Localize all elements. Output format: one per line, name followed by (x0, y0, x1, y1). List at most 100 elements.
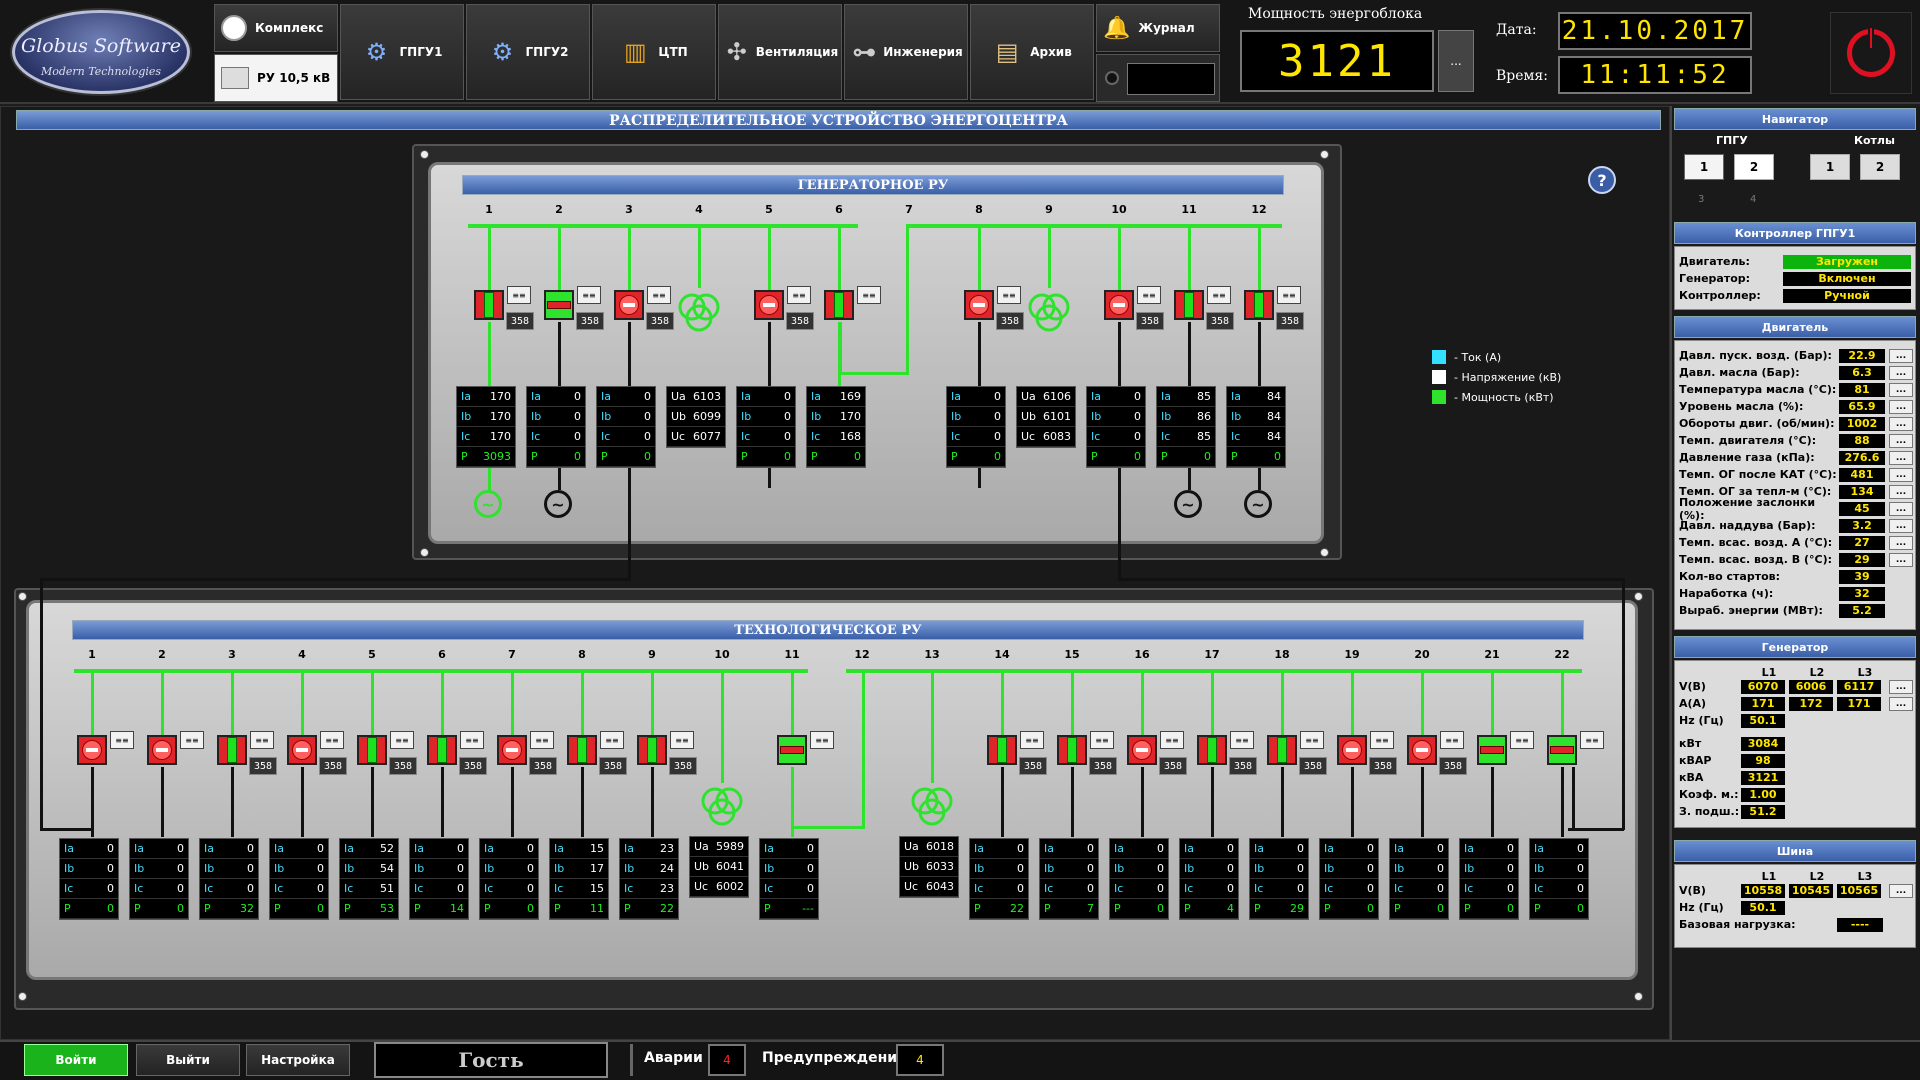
circuit-breaker[interactable] (474, 290, 504, 320)
circuit-breaker[interactable] (1407, 735, 1437, 765)
circuit-breaker[interactable] (1244, 290, 1274, 320)
circuit-breaker[interactable] (614, 290, 644, 320)
engine-param-row: Темп. ОГ после КАТ (°C): 481... (1675, 466, 1915, 483)
relay-icon[interactable]: ≡≡ (787, 286, 811, 304)
circuit-breaker[interactable] (1197, 735, 1227, 765)
circuit-breaker[interactable] (777, 735, 807, 765)
circuit-breaker[interactable] (637, 735, 667, 765)
power-off-button[interactable] (1830, 12, 1912, 94)
current-user-display: Гость (374, 1042, 608, 1078)
engine-param-more-button[interactable]: ... (1889, 382, 1913, 397)
circuit-breaker[interactable] (754, 290, 784, 320)
logout-button[interactable]: Выйти (136, 1044, 240, 1076)
circuit-breaker[interactable] (567, 735, 597, 765)
circuit-breaker[interactable] (964, 290, 994, 320)
relay-icon[interactable]: ≡≡ (530, 731, 554, 749)
circuit-breaker[interactable] (217, 735, 247, 765)
measurement-value: 0 (247, 882, 254, 895)
relay-icon[interactable]: ≡≡ (857, 286, 881, 304)
circuit-breaker[interactable] (1104, 290, 1134, 320)
engine-param-more-button[interactable]: ... (1889, 501, 1913, 516)
relay-icon[interactable]: ≡≡ (1370, 731, 1394, 749)
relay-icon[interactable]: ≡≡ (110, 731, 134, 749)
relay-icon[interactable]: ≡≡ (460, 731, 484, 749)
engine-param-more-button[interactable]: ... (1889, 416, 1913, 431)
navigator-boiler-1-button[interactable]: 1 (1810, 154, 1850, 180)
circuit-breaker[interactable] (1267, 735, 1297, 765)
engine-param-more-button[interactable]: ... (1889, 467, 1913, 482)
generator-symbol[interactable]: ~ (474, 490, 502, 518)
circuit-breaker[interactable] (287, 735, 317, 765)
relay-icon[interactable]: ≡≡ (810, 731, 834, 749)
help-button[interactable]: ? (1588, 166, 1616, 194)
relay-icon[interactable]: ≡≡ (1207, 286, 1231, 304)
circuit-breaker[interactable] (544, 290, 574, 320)
relay-icon[interactable]: ≡≡ (670, 731, 694, 749)
engine-param-more-button[interactable]: ... (1889, 450, 1913, 465)
relay-icon[interactable]: ≡≡ (390, 731, 414, 749)
engine-param-more-button[interactable]: ... (1889, 484, 1913, 499)
relay-icon[interactable]: ≡≡ (1230, 731, 1254, 749)
engine-param-more-button[interactable]: ... (1889, 365, 1913, 380)
relay-icon[interactable]: ≡≡ (1160, 731, 1184, 749)
relay-icon[interactable]: ≡≡ (997, 286, 1021, 304)
relay-icon[interactable]: ≡≡ (1440, 731, 1464, 749)
measurement-value: 85 (1197, 430, 1211, 443)
warnings-count[interactable]: 4 (896, 1044, 944, 1076)
relay-icon[interactable]: ≡≡ (647, 286, 671, 304)
gen-current-more-button[interactable]: ... (1889, 696, 1913, 711)
circuit-breaker[interactable] (1127, 735, 1157, 765)
relay-icon[interactable]: ≡≡ (577, 286, 601, 304)
engine-param-more-button[interactable]: ... (1889, 518, 1913, 533)
circuit-breaker[interactable] (1057, 735, 1087, 765)
engine-param-more-button[interactable]: ... (1889, 399, 1913, 414)
relay-icon[interactable]: ≡≡ (1020, 731, 1044, 749)
engine-param-more-button[interactable]: ... (1889, 348, 1913, 363)
relay-icon[interactable]: ≡≡ (507, 286, 531, 304)
relay-icon[interactable]: ≡≡ (1137, 286, 1161, 304)
engine-param-more-button[interactable]: ... (1889, 535, 1913, 550)
bus-hz-row: Hz (Гц) 50.1 (1675, 899, 1915, 916)
bus-voltage-more-button[interactable]: ... (1889, 883, 1913, 898)
navigator-boiler-2-button[interactable]: 2 (1860, 154, 1900, 180)
circuit-breaker[interactable] (824, 290, 854, 320)
navigator-gpgu-1-button[interactable]: 1 (1684, 154, 1724, 180)
relay-icon[interactable]: ≡≡ (1580, 731, 1604, 749)
circuit-breaker[interactable] (1337, 735, 1367, 765)
circuit-breaker[interactable] (1174, 290, 1204, 320)
connection-line (1561, 673, 1564, 735)
relay-icon[interactable]: ≡≡ (180, 731, 204, 749)
column-number: 1 (485, 203, 493, 216)
gen-current-row: А(А) 171 172 171... (1675, 695, 1915, 712)
circuit-breaker[interactable] (77, 735, 107, 765)
measurement-label: P (624, 902, 631, 915)
engine-param-more-button[interactable]: ... (1889, 433, 1913, 448)
generator-symbol[interactable]: ~ (544, 490, 572, 518)
circuit-breaker[interactable] (1477, 735, 1507, 765)
circuit-breaker[interactable] (357, 735, 387, 765)
alarms-count[interactable]: 4 (708, 1044, 746, 1076)
relay-icon[interactable]: ≡≡ (600, 731, 624, 749)
measurement-row: Ib 0 (480, 859, 538, 879)
relay-icon[interactable]: ≡≡ (1090, 731, 1114, 749)
login-button[interactable]: Войти (24, 1044, 128, 1076)
relay-icon[interactable]: ≡≡ (320, 731, 344, 749)
settings-button[interactable]: Настройка (246, 1044, 350, 1076)
relay-icon[interactable]: ≡≡ (250, 731, 274, 749)
circuit-breaker[interactable] (427, 735, 457, 765)
relay-icon[interactable]: ≡≡ (1510, 731, 1534, 749)
navigator-gpgu-2-button[interactable]: 2 (1734, 154, 1774, 180)
measurement-label: Ia (1254, 842, 1264, 855)
gen-voltage-more-button[interactable]: ... (1889, 679, 1913, 694)
circuit-breaker[interactable] (1547, 735, 1577, 765)
circuit-breaker[interactable] (147, 735, 177, 765)
relay-icon[interactable]: ≡≡ (1300, 731, 1324, 749)
engine-param-more-button[interactable]: ... (1889, 552, 1913, 567)
circuit-breaker[interactable] (497, 735, 527, 765)
generator-symbol[interactable]: ~ (1174, 490, 1202, 518)
generator-symbol[interactable]: ~ (1244, 490, 1272, 518)
measurement-label: Ib (1231, 410, 1242, 423)
relay-icon[interactable]: ≡≡ (1277, 286, 1301, 304)
column-number: 22 (1554, 648, 1570, 661)
circuit-breaker[interactable] (987, 735, 1017, 765)
